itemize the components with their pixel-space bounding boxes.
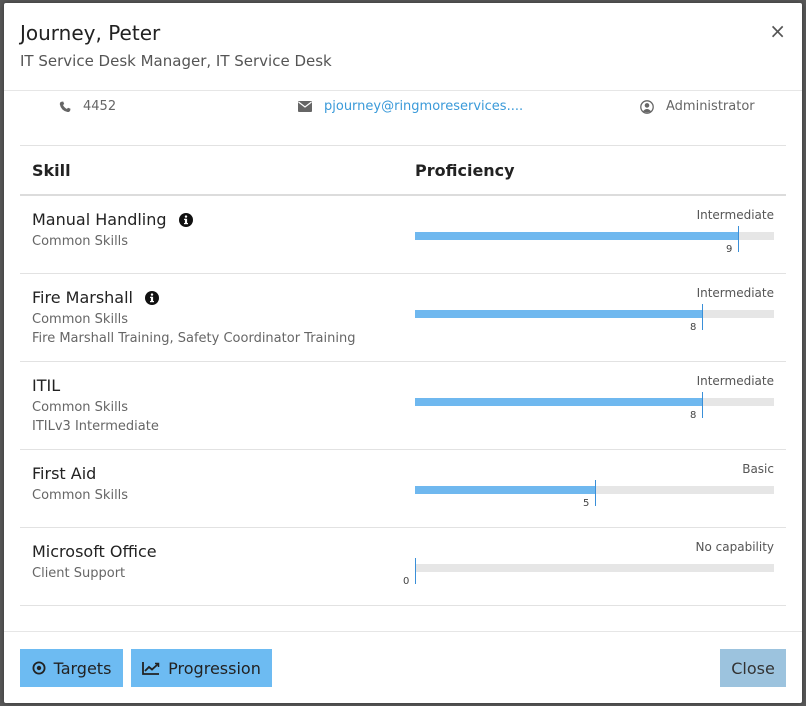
targets-button[interactable]: Targets [20,649,123,687]
info-icon[interactable] [145,290,159,305]
proficiency-level-label: No capability [695,540,774,554]
skill-name: Fire Marshall [32,288,159,307]
skills-table-body: Manual Handling Common Skills Intermediate… [20,196,786,606]
target-icon [32,661,46,675]
phone-number: 4452 [83,99,117,114]
skill-row: First Aid Common Skills Basic 5 [20,450,786,528]
modal-subtitle: IT Service Desk Manager, IT Service Desk [20,52,332,70]
proficiency-score: 5 [583,498,590,509]
proficiency-level-label: Intermediate [696,286,774,300]
skills-modal: Journey, Peter IT Service Desk Manager, … [4,3,802,703]
user-circle-icon [640,99,654,114]
skill-name-text: Fire Marshall [32,288,133,307]
proficiency-level-label: Intermediate [696,208,774,222]
close-button[interactable]: Close [720,649,786,687]
skill-row: Manual Handling Common Skills Intermediate… [20,196,786,274]
progression-button-label: Progression [168,658,261,678]
modal-header: Journey, Peter IT Service Desk Manager, … [4,3,802,91]
skill-courses: Fire Marshall Training, Safety Coordinat… [32,331,356,346]
proficiency-bar-fill [415,398,702,406]
skill-courses: ITILv3 Intermediate [32,419,159,434]
proficiency-bar: 8 [415,392,774,421]
table-header: Skill Proficiency [20,146,786,196]
skill-name-text: Microsoft Office [32,542,157,561]
skill-name-text: Manual Handling [32,210,167,229]
proficiency-score: 8 [690,410,697,421]
info-icon[interactable] [178,212,193,227]
targets-button-label: Targets [53,658,112,678]
proficiency-bar: 0 [403,558,774,587]
proficiency-bar-fill [415,232,738,240]
close-icon[interactable]: × [769,21,786,41]
skill-category: Common Skills [32,400,129,415]
column-header-proficiency: Proficiency [415,161,515,180]
proficiency-level-label: Intermediate [696,374,774,388]
proficiency-score: 8 [690,322,697,333]
skill-name-text: First Aid [32,464,97,483]
phone-icon [59,101,71,112]
proficiency-score: 0 [403,576,410,587]
column-header-skill: Skill [32,161,71,180]
skill-category: Common Skills [32,312,129,327]
modal-title: Journey, Peter [20,21,161,45]
skill-category: Common Skills [32,234,129,249]
skill-row: ITIL Common Skills ITILv3 Intermediate Inte… [20,362,786,450]
proficiency-marker [702,392,703,418]
contact-role: Administrator [640,99,755,114]
contact-email: pjourney@ringmoreservices.... [298,99,523,114]
proficiency-marker [702,304,703,330]
proficiency-bar: 5 [415,480,774,509]
skill-row: Microsoft Office Client Support No capabil… [20,528,786,606]
proficiency-score: 9 [726,244,733,255]
proficiency-bar-fill [415,486,595,494]
skill-name: Microsoft Office [32,542,157,561]
skill-category: Client Support [32,566,126,581]
contact-phone: 4452 [59,99,116,114]
skill-name: Manual Handling [32,210,193,229]
proficiency-bar: 8 [415,304,774,333]
proficiency-level-label: Basic [742,462,774,476]
email-link[interactable]: pjourney@ringmoreservices.... [324,99,523,114]
proficiency-marker [738,226,739,252]
envelope-icon [298,101,312,112]
skills-table: Skill Proficiency Manual Handling Common … [20,145,786,606]
modal-footer: Targets Progression Close [4,631,802,703]
proficiency-bar-fill [415,310,702,318]
skill-name: First Aid [32,464,96,483]
proficiency-marker [415,558,416,584]
skill-row: Fire Marshall Common Skills Fire Marshall … [20,274,786,362]
skill-category: Common Skills [32,488,129,503]
role-label: Administrator [666,99,755,114]
skill-name: ITIL [32,376,60,395]
proficiency-marker [595,480,596,506]
proficiency-bar: 9 [415,226,774,255]
progression-button[interactable]: Progression [131,649,272,687]
skill-name-text: ITIL [32,376,61,395]
line-chart-icon [142,662,160,675]
